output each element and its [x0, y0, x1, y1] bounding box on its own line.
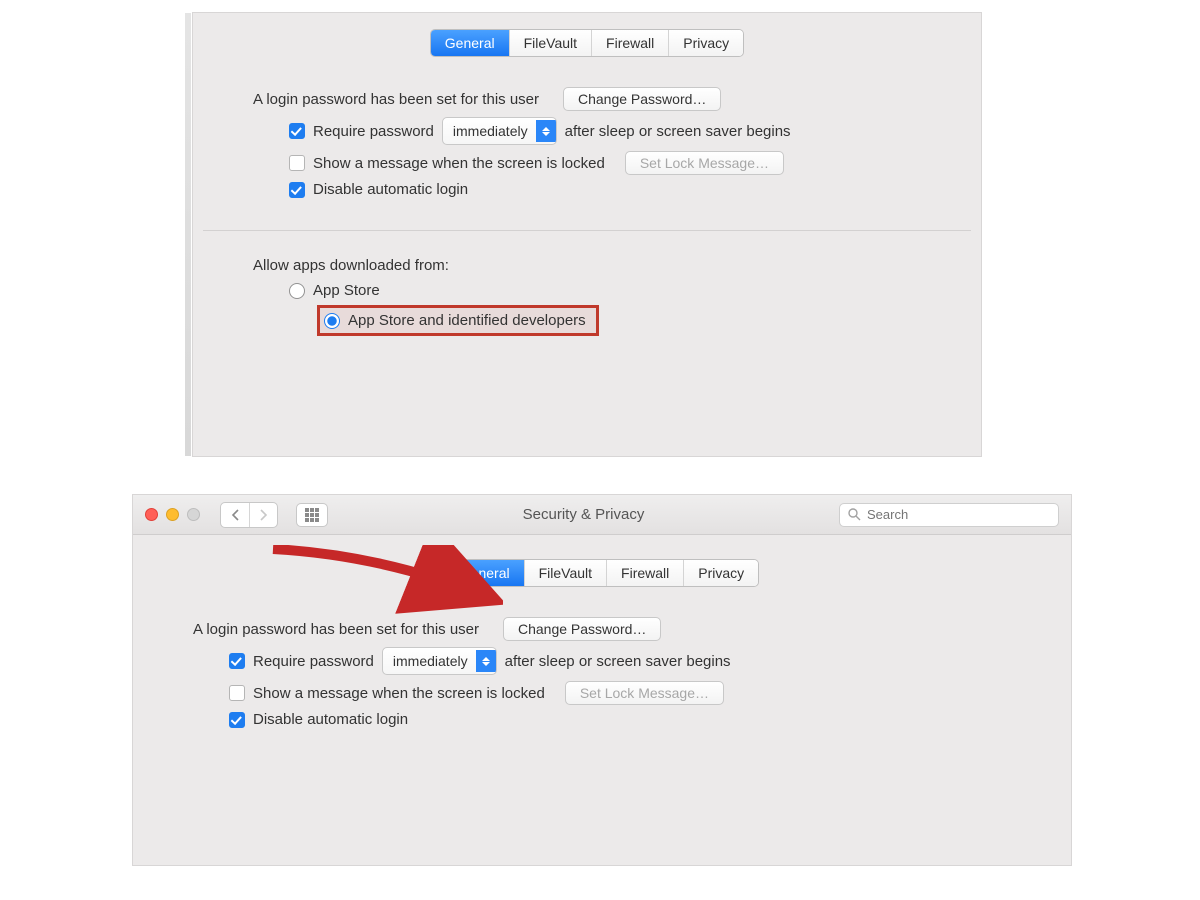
- tab-general[interactable]: General: [431, 30, 510, 56]
- radio-app-store-identified[interactable]: [324, 313, 340, 329]
- require-password-label: Require password: [313, 123, 434, 140]
- radio-app-store-identified-label: App Store and identified developers: [348, 312, 586, 329]
- radio-app-store[interactable]: [289, 283, 305, 299]
- tab-bar: General FileVault Firewall Privacy: [133, 559, 1071, 587]
- require-password-tail-text: after sleep or screen saver begins: [505, 653, 731, 670]
- window-controls: [145, 508, 200, 521]
- tab-filevault[interactable]: FileVault: [510, 30, 592, 56]
- require-password-delay-select[interactable]: immediately: [442, 117, 557, 145]
- tab-privacy[interactable]: Privacy: [669, 30, 743, 56]
- security-privacy-window: Security & Privacy General FileVault Fir…: [132, 494, 1072, 866]
- show-lock-message-label: Show a message when the screen is locked: [253, 685, 545, 702]
- allow-apps-section: Allow apps downloaded from: App Store Ap…: [193, 231, 981, 336]
- require-password-tail-text: after sleep or screen saver begins: [565, 123, 791, 140]
- grid-icon: [305, 508, 319, 522]
- change-password-button[interactable]: Change Password…: [563, 87, 721, 111]
- show-lock-message-label: Show a message when the screen is locked: [313, 155, 605, 172]
- show-lock-message-checkbox[interactable]: [289, 155, 305, 171]
- minimize-window-button[interactable]: [166, 508, 179, 521]
- show-lock-message-checkbox[interactable]: [229, 685, 245, 701]
- set-lock-message-button: Set Lock Message…: [565, 681, 724, 705]
- tab-firewall[interactable]: Firewall: [607, 560, 684, 586]
- annotation-highlight-box: App Store and identified developers: [317, 305, 599, 336]
- search-field[interactable]: [839, 503, 1059, 527]
- disable-automatic-login-label: Disable automatic login: [313, 181, 468, 198]
- require-password-delay-value: immediately: [453, 123, 528, 139]
- tab-bar: General FileVault Firewall Privacy: [193, 29, 981, 57]
- back-forward-group: [220, 502, 278, 528]
- change-password-button[interactable]: Change Password…: [503, 617, 661, 641]
- search-input[interactable]: [867, 507, 1050, 522]
- require-password-checkbox[interactable]: [289, 123, 305, 139]
- require-password-checkbox[interactable]: [229, 653, 245, 669]
- disable-automatic-login-checkbox[interactable]: [229, 712, 245, 728]
- zoom-window-button[interactable]: [187, 508, 200, 521]
- stepper-icon: [476, 650, 496, 672]
- security-privacy-panel-cropped: General FileVault Firewall Privacy A log…: [192, 12, 982, 457]
- login-password-set-text: A login password has been set for this u…: [193, 621, 479, 638]
- back-button[interactable]: [221, 503, 249, 527]
- chevron-left-icon: [231, 509, 240, 521]
- show-all-prefs-button[interactable]: [296, 503, 328, 527]
- require-password-label: Require password: [253, 653, 374, 670]
- login-password-set-text: A login password has been set for this u…: [253, 91, 539, 108]
- radio-app-store-label: App Store: [313, 282, 380, 299]
- login-password-section: A login password has been set for this u…: [133, 587, 1071, 728]
- forward-button[interactable]: [249, 503, 277, 527]
- require-password-delay-select[interactable]: immediately: [382, 647, 497, 675]
- window-title: Security & Privacy: [338, 506, 829, 523]
- tab-general[interactable]: General: [446, 560, 525, 586]
- scroll-track-artifact: [185, 13, 191, 456]
- require-password-delay-value: immediately: [393, 653, 468, 669]
- close-window-button[interactable]: [145, 508, 158, 521]
- tab-filevault[interactable]: FileVault: [525, 560, 607, 586]
- stepper-icon: [536, 120, 556, 142]
- tab-firewall[interactable]: Firewall: [592, 30, 669, 56]
- allow-apps-heading: Allow apps downloaded from:: [253, 257, 449, 274]
- search-icon: [848, 508, 861, 521]
- tab-privacy[interactable]: Privacy: [684, 560, 758, 586]
- login-password-section: A login password has been set for this u…: [193, 57, 981, 198]
- chevron-right-icon: [259, 509, 268, 521]
- set-lock-message-button: Set Lock Message…: [625, 151, 784, 175]
- window-titlebar: Security & Privacy: [133, 495, 1071, 535]
- disable-automatic-login-checkbox[interactable]: [289, 182, 305, 198]
- disable-automatic-login-label: Disable automatic login: [253, 711, 408, 728]
